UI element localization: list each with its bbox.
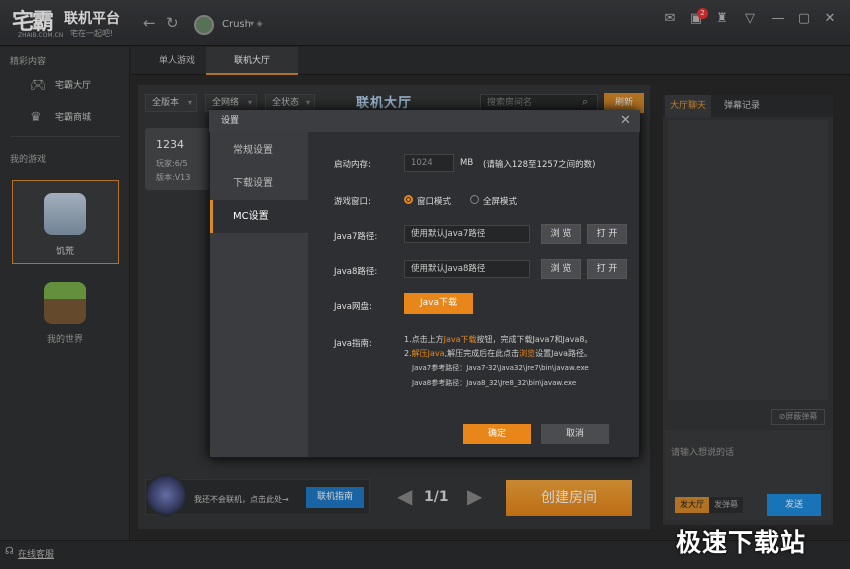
java7-label: Java7路径: xyxy=(334,232,378,242)
watermark: 极速下载站 xyxy=(676,528,807,557)
java-guide-label: Java指南: xyxy=(334,339,372,349)
guide-highlight: 解压Java xyxy=(411,349,445,358)
guide-text: 设置Java路径。 xyxy=(535,349,592,358)
guide-line-3: Java7参考路径：Java7-32\Java32\jre7\bin\javaw… xyxy=(412,364,589,372)
guide-text: 2. xyxy=(404,349,412,358)
java7-open-button[interactable]: 打 开 xyxy=(587,224,627,244)
settings-tab-general[interactable]: 常规设置 xyxy=(210,134,308,167)
ok-button[interactable]: 确定 xyxy=(463,424,531,444)
java8-label: Java8路径: xyxy=(334,267,378,277)
guide-text: ,解压完成后在此点击 xyxy=(444,349,520,358)
memory-label: 启动内存: xyxy=(334,160,371,170)
java-download-button[interactable]: Java下载 xyxy=(404,293,473,314)
close-icon[interactable]: ✕ xyxy=(620,113,631,128)
fullscreen-mode-label: 全屏模式 xyxy=(483,197,518,207)
window-mode-label: 窗口模式 xyxy=(417,197,452,207)
memory-input[interactable]: 1024 xyxy=(404,154,454,172)
window-label: 游戏窗口: xyxy=(334,197,371,207)
memory-unit: MB xyxy=(460,158,474,168)
java7-browse-button[interactable]: 浏 览 xyxy=(541,224,581,244)
java8-browse-button[interactable]: 浏 览 xyxy=(541,259,581,279)
guide-line-4: Java8参考路径：Java8_32\Jre8_32\bin\javaw.exe xyxy=(412,379,577,387)
guide-text: 按钮，完成下载Java7和Java8。 xyxy=(476,335,593,344)
java8-open-button[interactable]: 打 开 xyxy=(587,259,627,279)
memory-hint: (请输入128至1257之间的数) xyxy=(483,160,596,170)
guide-line-2: 2.解压Java,解压完成后在此点击浏览设置Java路径。 xyxy=(404,348,592,359)
guide-highlight: Java下载 xyxy=(443,335,477,344)
settings-tab-mc[interactable]: MC设置 xyxy=(210,200,308,233)
java-disk-label: Java网盘: xyxy=(334,302,372,312)
java7-path-input[interactable]: 使用默认Java7路径 xyxy=(404,225,530,243)
fullscreen-mode-radio[interactable] xyxy=(470,195,479,204)
guide-line-1: 1.点击上方Java下载按钮，完成下载Java7和Java8。 xyxy=(404,334,593,345)
dialog-title: 设置 xyxy=(209,110,640,132)
guide-text: 1.点击上方 xyxy=(404,335,444,344)
window-mode-radio[interactable] xyxy=(404,195,413,204)
guide-highlight: 浏览 xyxy=(519,349,536,358)
java8-path-input[interactable]: 使用默认Java8路径 xyxy=(404,260,530,278)
cancel-button[interactable]: 取消 xyxy=(541,424,609,444)
settings-tab-download[interactable]: 下载设置 xyxy=(210,167,308,200)
